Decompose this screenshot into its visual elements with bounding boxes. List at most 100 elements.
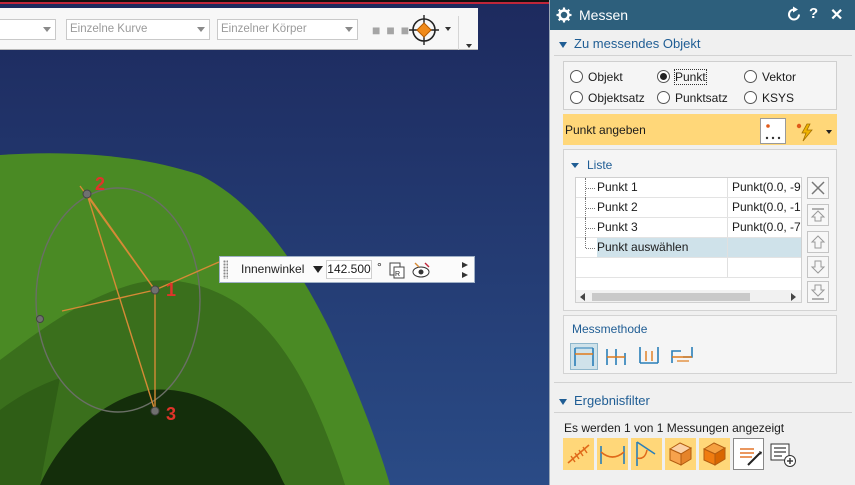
move-up-icon	[810, 235, 826, 249]
angle-value-field[interactable]: 142.500	[326, 260, 372, 279]
gear-icon[interactable]	[556, 7, 572, 23]
section-object-header[interactable]: Zu messendes Objekt	[559, 36, 700, 51]
scroll-left-icon[interactable]	[580, 293, 585, 301]
close-icon[interactable]: ✕	[830, 5, 843, 25]
lightning-point-icon	[796, 123, 813, 142]
separator	[554, 382, 852, 383]
method-distance-button[interactable]	[570, 343, 598, 370]
radio-button[interactable]	[744, 91, 757, 104]
body-rule-value: Einzelner Körper	[221, 23, 307, 35]
radio-button[interactable]	[744, 70, 757, 83]
chevron-down-icon[interactable]	[466, 44, 472, 48]
collapse-triangle-icon	[559, 398, 567, 405]
distance-filter-icon	[567, 444, 590, 464]
result-count-text: Es werden 1 von 1 Messungen angezeigt	[564, 421, 785, 435]
result-filter-title: Ergebnisfilter	[574, 393, 650, 408]
custom-filter-icon	[740, 448, 762, 466]
toolbar-divider	[458, 16, 459, 50]
separator	[554, 412, 852, 413]
filter-add-button[interactable]	[767, 438, 798, 470]
object-type-group: Objekt Punkt Vektor Objektsatz Punktsatz…	[563, 61, 837, 110]
chevron-down-icon[interactable]	[826, 130, 832, 134]
radio-label: Punkt	[674, 69, 707, 85]
copy-to-clipboard-icon[interactable]: R	[388, 261, 406, 279]
area-solid-icon	[668, 442, 693, 466]
body-rule-select[interactable]: Einzelner Körper	[217, 19, 358, 40]
move-bottom-icon	[810, 284, 826, 300]
volume-solid-icon	[702, 442, 727, 466]
list-item[interactable]: Punkt 3 Punkt(0.0, -7.	[576, 218, 801, 238]
list-item-name: Punkt auswählen	[597, 238, 727, 257]
measure-method-title: Messmethode	[572, 322, 648, 336]
point-list-group: Liste Punkt 1 Punkt(0.0, -9. Punkt 2 Pun…	[563, 149, 837, 311]
filter-angle-button[interactable]	[597, 438, 628, 470]
reset-icon[interactable]	[786, 6, 803, 23]
delete-x-icon	[811, 181, 825, 195]
horizontal-scrollbar[interactable]	[576, 290, 801, 302]
three-point-angle-icon	[636, 441, 656, 466]
inferred-point-button[interactable]	[791, 118, 819, 144]
type-filter-select[interactable]	[0, 19, 56, 40]
collapse-triangle-icon	[571, 163, 579, 169]
dialog-title-bar: Messen ? ✕	[550, 0, 855, 30]
list-item-empty	[576, 258, 801, 278]
move-to-bottom-button[interactable]	[807, 281, 829, 303]
radio-button[interactable]	[570, 70, 583, 83]
list-item-selected[interactable]: Punkt auswählen	[576, 238, 801, 258]
list-title: Liste	[587, 158, 613, 172]
list-item[interactable]: Punkt 1 Punkt(0.0, -9.	[576, 178, 801, 198]
method-min-distance-button[interactable]	[669, 343, 697, 370]
display-eye-icon[interactable]	[411, 261, 433, 279]
chevron-down-icon	[43, 27, 51, 32]
graphics-viewport[interactable]: 1 2 3 Einzelne Kurve Einzelner Körper ■ …	[0, 0, 549, 485]
point-marker-2	[82, 189, 92, 199]
measure-method-group: Messmethode	[563, 315, 837, 374]
box-scroller[interactable]	[460, 260, 470, 280]
list-item-name: Punkt 2	[597, 200, 638, 214]
point-label-2: 2	[95, 174, 105, 194]
angle-type-select[interactable]: Innenwinkel	[238, 260, 326, 279]
measure-dialog: Messen ? ✕ Zu messendes Objekt Objekt Pu…	[549, 0, 855, 485]
curve-rule-select[interactable]: Einzelne Kurve	[66, 19, 210, 40]
help-icon[interactable]: ?	[809, 5, 818, 22]
angle-type-value: Innenwinkel	[241, 262, 305, 276]
list-item[interactable]: Punkt 2 Punkt(0.0, -10	[576, 198, 801, 218]
scrollbar-thumb[interactable]	[592, 293, 750, 301]
chevron-down-icon[interactable]	[445, 27, 451, 31]
list-item-value: Punkt(0.0, -7.	[727, 218, 801, 237]
radio-label: Vektor	[762, 70, 797, 84]
distance-method-icon	[574, 347, 594, 366]
section-result-filter-header[interactable]: Ergebnisfilter	[559, 393, 650, 408]
filter-angle-3pt-button[interactable]	[631, 438, 662, 470]
selection-toolbar: Einzelne Kurve Einzelner Körper ■ ■ ■	[0, 8, 478, 50]
point-dialog-button[interactable]	[760, 118, 786, 144]
radio-button[interactable]	[657, 91, 670, 104]
radio-label: Objektsatz	[588, 91, 645, 105]
filter-custom-button[interactable]	[733, 438, 764, 470]
chevron-down-icon	[313, 266, 323, 273]
move-down-icon	[810, 260, 826, 274]
list-item-value: Punkt(0.0, -10	[727, 198, 801, 217]
list-item-value: Punkt(0.0, -9.	[727, 178, 801, 197]
radio-button-selected[interactable]	[657, 70, 670, 83]
list-item-name: Punkt 1	[597, 180, 638, 194]
point-marker-3	[150, 406, 160, 416]
filter-distance-button[interactable]	[563, 438, 594, 470]
move-top-icon	[810, 208, 826, 222]
radio-button[interactable]	[570, 91, 583, 104]
remove-button[interactable]	[807, 177, 829, 199]
filter-area-button[interactable]	[665, 438, 696, 470]
drag-handle[interactable]	[223, 260, 228, 279]
method-projected-button[interactable]	[603, 343, 631, 370]
move-up-button[interactable]	[807, 231, 829, 253]
list-header[interactable]: Liste	[571, 158, 612, 172]
filter-volume-button[interactable]	[699, 438, 730, 470]
measurement-result-box: Innenwinkel 142.500 ° R	[219, 256, 475, 283]
move-down-button[interactable]	[807, 256, 829, 278]
method-screen-button[interactable]	[636, 343, 664, 370]
scroll-right-icon[interactable]	[791, 293, 796, 301]
snap-point-button[interactable]	[408, 14, 440, 46]
angle-filter-icon	[600, 446, 625, 464]
move-to-top-button[interactable]	[807, 204, 829, 226]
more-dots-icon[interactable]: ■ ■ ■	[372, 23, 410, 37]
